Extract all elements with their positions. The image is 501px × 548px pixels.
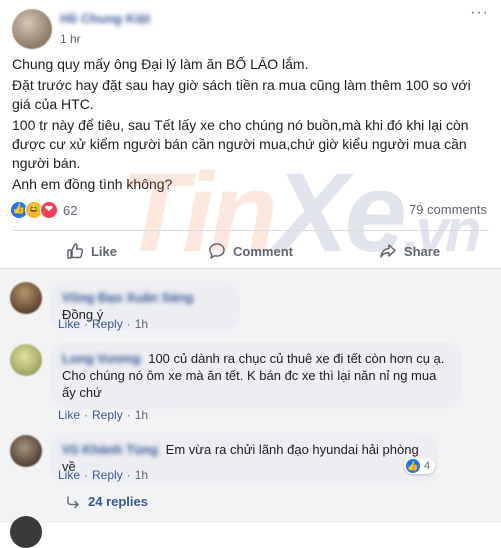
comment-like-link[interactable]: Like [58, 408, 80, 422]
commenter-name[interactable]: Vũ Khánh Tùng [62, 442, 158, 457]
comment-reaction-count: 4 [424, 460, 431, 472]
post-body: Chung quy mấy ông Đại lý làm ăn BỐ LÁO l… [12, 55, 490, 196]
like-button-label: Like [90, 243, 117, 259]
post-author-name[interactable]: Hồ Chung Kiệt [60, 11, 150, 26]
comments-section: Vũng Đạo Xuân Sáng Đồng ý Like · Reply · 1h … [0, 268, 501, 548]
like-button[interactable]: Like [12, 236, 171, 266]
commenter-avatar[interactable] [10, 344, 42, 376]
view-replies-link[interactable]: 24 replies [66, 494, 148, 509]
comment-reply-link[interactable]: Reply [92, 468, 123, 482]
comment-reply-link[interactable]: Reply [92, 317, 123, 331]
comment-actions: Like · Reply · 1h [58, 408, 149, 422]
love-reaction-icon: ❤ [40, 201, 58, 219]
comment-reply-link[interactable]: Reply [92, 408, 123, 422]
comment-like-link[interactable]: Like [58, 468, 80, 482]
like-reaction-icon: 👍 [406, 459, 420, 473]
post-author-avatar[interactable] [12, 9, 52, 49]
post-paragraph: Chung quy mấy ông Đại lý làm ăn BỐ LÁO l… [12, 56, 309, 72]
commenter-avatar[interactable] [10, 435, 42, 467]
share-icon [380, 244, 396, 258]
divider [12, 230, 489, 231]
post-paragraph: Đặt trước hay đặt sau hay giờ sách tiền … [12, 77, 471, 112]
comment-like-link[interactable]: Like [58, 317, 80, 331]
share-button[interactable]: Share [330, 236, 489, 266]
reaction-count: 62 [63, 202, 78, 218]
comment-actions: Like · Reply · 1h [58, 468, 149, 482]
comment-icon [209, 243, 225, 259]
reply-arrow-icon [67, 495, 79, 508]
comment-time[interactable]: 1h [135, 468, 148, 482]
post-options-menu-icon[interactable]: ··· [470, 4, 489, 22]
commenter-name[interactable]: Long Vương [62, 351, 141, 366]
commenter-avatar[interactable] [10, 282, 42, 314]
reaction-summary[interactable]: 👍 😆 ❤ 62 [10, 201, 77, 219]
replies-count-label: 24 replies [88, 494, 148, 509]
comment-bubble: Long Vương 100 củ dành ra chục củ thuê x… [50, 342, 462, 409]
post-card: Hồ Chung Kiệt 1 hr ··· Chung quy mấy ông… [0, 0, 501, 275]
thumbs-up-icon [67, 243, 84, 259]
comment-count-link[interactable]: 79 comments [409, 202, 487, 217]
post-action-bar: Like Comment Share [12, 236, 489, 266]
post-paragraph: 100 tr này để tiêu, sau Tết lấy xe cho c… [12, 117, 469, 171]
post-timestamp[interactable]: 1 hr [60, 32, 81, 46]
comment-time[interactable]: 1h [135, 408, 148, 422]
comment-reaction-badge[interactable]: 👍 4 [404, 458, 436, 474]
comment-time[interactable]: 1h [135, 317, 148, 331]
comment-actions: Like · Reply · 1h [58, 317, 149, 331]
share-button-label: Share [403, 243, 441, 259]
comment-button-label: Comment [233, 243, 293, 259]
next-commenter-avatar[interactable] [10, 516, 42, 548]
comment-button[interactable]: Comment [171, 236, 330, 266]
commenter-name[interactable]: Vũng Đạo Xuân Sáng [62, 290, 193, 305]
post-paragraph: Anh em đồng tình không? [12, 176, 173, 192]
